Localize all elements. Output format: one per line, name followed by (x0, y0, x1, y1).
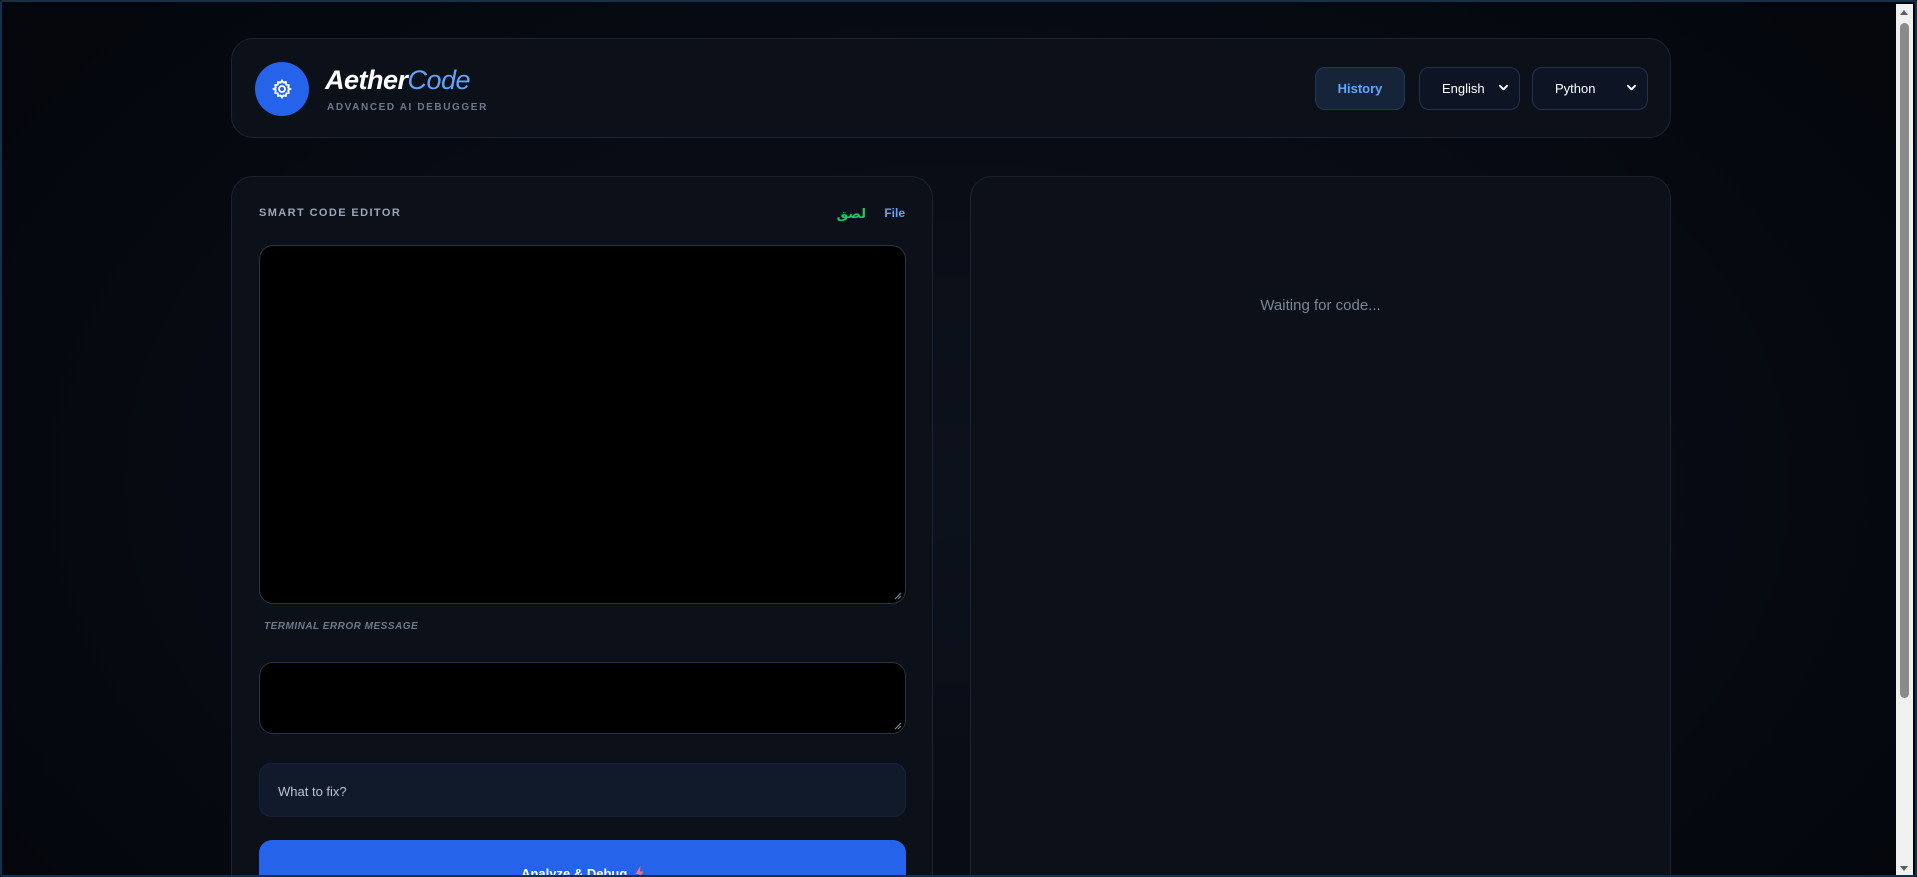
page-scrollbar[interactable] (1896, 4, 1913, 875)
resize-grip-icon[interactable] (894, 592, 902, 600)
analyze-debug-label: Analyze & Debug (521, 866, 628, 877)
paste-button[interactable]: لصق (837, 206, 866, 222)
editor-panel: SMART CODE EDITOR لصق File TERMINAL ERRO… (231, 176, 933, 877)
chevron-down-icon (1498, 84, 1509, 91)
brand-name-bold: Aether (325, 65, 408, 95)
error-message-textarea[interactable] (259, 662, 906, 734)
language-select[interactable]: English (1419, 67, 1520, 110)
scrollbar-thumb[interactable] (1900, 23, 1909, 698)
code-editor-textarea[interactable] (259, 245, 906, 604)
output-panel: Waiting for code... (970, 176, 1671, 875)
error-message-label: TERMINAL ERROR MESSAGE (264, 621, 419, 632)
app-viewport: AetherCode ADVANCED AI DEBUGGER History … (0, 0, 1917, 877)
file-button[interactable]: File (884, 206, 905, 220)
lightning-icon (635, 866, 644, 875)
fix-instruction-placeholder: What to fix? (278, 784, 347, 799)
brand-name-light: Code (407, 65, 471, 95)
history-button[interactable]: History (1315, 67, 1405, 110)
chevron-down-icon (1626, 84, 1637, 91)
language-select-value: English (1442, 81, 1485, 96)
scroll-up-arrow-icon[interactable] (1900, 10, 1908, 15)
analyze-debug-button[interactable]: Analyze & Debug (259, 840, 906, 877)
app-header: AetherCode ADVANCED AI DEBUGGER History … (231, 38, 1671, 138)
logo-badge (255, 62, 309, 116)
editor-title: SMART CODE EDITOR (259, 207, 402, 219)
fix-instruction-input[interactable]: What to fix? (259, 763, 906, 817)
brand-name: AetherCode (325, 65, 471, 95)
code-language-select[interactable]: Python (1532, 67, 1648, 110)
brand-tagline: ADVANCED AI DEBUGGER (327, 102, 488, 113)
resize-grip-icon[interactable] (894, 722, 902, 730)
code-language-select-value: Python (1555, 81, 1596, 96)
scroll-down-arrow-icon[interactable] (1900, 866, 1908, 871)
atom-gear-icon (271, 78, 293, 100)
output-status-text: Waiting for code... (1260, 297, 1381, 314)
